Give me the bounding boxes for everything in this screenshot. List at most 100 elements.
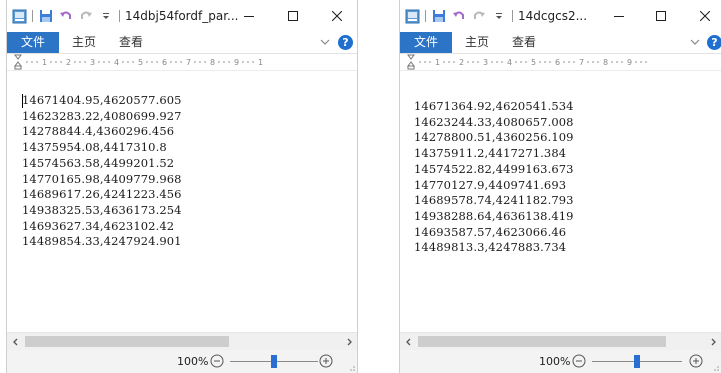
document-area[interactable]: 14671404.95,4620577.605 14623283.22,4080…	[7, 71, 357, 333]
zoom-in-icon[interactable]	[689, 354, 703, 368]
qat-separator	[32, 10, 33, 22]
title-bar[interactable]: 14dbj54fordf_par...	[7, 0, 357, 32]
maximize-icon	[656, 11, 666, 21]
qat-separator	[425, 10, 426, 22]
redo-icon[interactable]	[78, 8, 94, 24]
ruler-number: 5	[138, 58, 143, 67]
minimize-icon	[244, 16, 254, 17]
ruler-number: 2	[459, 58, 464, 67]
text-line: 14278800.51,4360256.109	[414, 130, 574, 145]
wordpad-window-right: 14dcgcs2... 文件 主页 查看 ? 1 2 3 4 5 6 7 8 9…	[399, 0, 721, 373]
horizontal-scrollbar[interactable]	[400, 332, 721, 350]
text-line: 14770165.98,4409779.968	[22, 171, 182, 186]
tab-view[interactable]: 查看	[119, 32, 143, 53]
close-icon	[332, 11, 342, 21]
ruler-number: 1	[435, 58, 440, 67]
minimize-icon	[614, 16, 624, 17]
quick-access-toolbar	[404, 8, 518, 24]
text-line: 14574522.82,4499163.673	[414, 161, 574, 176]
tab-home[interactable]: 主页	[465, 32, 489, 53]
ruler-indent-marker[interactable]	[407, 54, 415, 70]
scroll-thumb[interactable]	[25, 336, 229, 347]
save-icon[interactable]	[38, 8, 54, 24]
text-line: 14693587.57,4623066.46	[414, 224, 567, 239]
window-title: 14dbj54fordf_par...	[125, 9, 239, 23]
maximize-button[interactable]	[280, 4, 306, 28]
customize-qat-icon[interactable]	[491, 8, 507, 24]
text-line: 14375911.2,4417271.384	[414, 146, 567, 161]
ruler-number: 1	[42, 58, 47, 67]
zoom-level: 100%	[177, 355, 209, 368]
scroll-left-button[interactable]	[7, 333, 24, 350]
scroll-left-button[interactable]	[400, 333, 417, 350]
ruler-number: 6	[162, 58, 167, 67]
scroll-right-button[interactable]	[340, 333, 357, 350]
status-bar: 100%	[7, 350, 357, 373]
tab-home[interactable]: 主页	[72, 32, 96, 53]
wordpad-app-icon[interactable]	[11, 8, 27, 24]
wordpad-app-icon[interactable]	[404, 8, 420, 24]
ruler-number: 8	[210, 58, 215, 67]
text-line: 14278844.4,4360296.456	[22, 124, 175, 139]
chevron-down-icon[interactable]	[690, 37, 700, 47]
undo-icon[interactable]	[451, 8, 467, 24]
quick-access-toolbar	[11, 8, 125, 24]
chevron-down-icon[interactable]	[320, 37, 330, 47]
wordpad-window-left: 14dbj54fordf_par... 文件 主页 查看 ? 1 2 3 4 5…	[6, 0, 358, 373]
close-button[interactable]	[324, 4, 350, 28]
text-line: 14689578.74,4241182.793	[414, 193, 574, 208]
ruler-number: 6	[555, 58, 560, 67]
zoom-slider-thumb[interactable]	[271, 355, 277, 368]
ruler-number: 7	[579, 58, 584, 67]
ruler-number: 4	[507, 58, 512, 67]
qat-separator	[512, 10, 513, 22]
chevron-right-icon	[711, 338, 716, 345]
ruler-number: 3	[483, 58, 488, 67]
help-button[interactable]: ?	[338, 35, 353, 50]
zoom-out-icon[interactable]	[572, 354, 586, 368]
maximize-button[interactable]	[648, 4, 674, 28]
chevron-left-icon	[12, 338, 17, 345]
resize-grip-icon[interactable]	[711, 363, 719, 371]
scroll-right-button[interactable]	[704, 333, 721, 350]
help-button[interactable]: ?	[707, 35, 721, 50]
title-bar[interactable]: 14dcgcs2...	[400, 0, 721, 32]
text-line: 14489813.3,4247883.734	[414, 240, 567, 255]
tab-view[interactable]: 查看	[512, 32, 536, 53]
ruler-number: 5	[531, 58, 536, 67]
ruler-indent-marker[interactable]	[14, 54, 22, 70]
text-line: 14671404.95,4620577.605	[22, 93, 182, 107]
close-button[interactable]	[692, 4, 718, 28]
ruler-number: 9	[234, 58, 239, 67]
resize-grip-icon[interactable]	[347, 363, 355, 371]
ruler: 1 2 3 4 5 6 7 8 9 1	[7, 54, 357, 71]
zoom-out-icon[interactable]	[210, 354, 224, 368]
maximize-icon	[288, 11, 298, 21]
text-line: 14623244.33,4080657.008	[414, 114, 574, 129]
scroll-thumb[interactable]	[418, 336, 666, 347]
text-line: 14938288.64,4636138.419	[414, 208, 574, 223]
document-text[interactable]: 14671364.92,4620541.534 14623244.33,4080…	[414, 99, 574, 256]
customize-qat-icon[interactable]	[98, 8, 114, 24]
zoom-slider-thumb[interactable]	[634, 355, 640, 368]
minimize-button[interactable]	[236, 4, 262, 28]
tab-file[interactable]: 文件	[7, 32, 59, 53]
text-line: 14689617.26,4241223.456	[22, 187, 182, 202]
undo-icon[interactable]	[58, 8, 74, 24]
status-bar: 100%	[400, 350, 721, 373]
zoom-in-icon[interactable]	[319, 354, 333, 368]
close-icon	[700, 11, 710, 21]
save-icon[interactable]	[431, 8, 447, 24]
horizontal-scrollbar[interactable]	[7, 332, 357, 350]
ruler-number: 1	[258, 58, 263, 67]
minimize-button[interactable]	[606, 4, 632, 28]
ruler-number: 9	[627, 58, 632, 67]
redo-icon[interactable]	[471, 8, 487, 24]
ribbon-tabs: 文件 主页 查看 ?	[400, 32, 721, 54]
document-text[interactable]: 14671404.95,4620577.605 14623283.22,4080…	[22, 93, 182, 250]
text-line: 14623283.22,4080699.927	[22, 108, 182, 123]
tab-file[interactable]: 文件	[400, 32, 452, 53]
text-line: 14770127.9,4409741.693	[414, 177, 567, 192]
document-area[interactable]: 14671364.92,4620541.534 14623244.33,4080…	[400, 71, 721, 333]
text-line: 14489854.33,4247924.901	[22, 234, 182, 249]
